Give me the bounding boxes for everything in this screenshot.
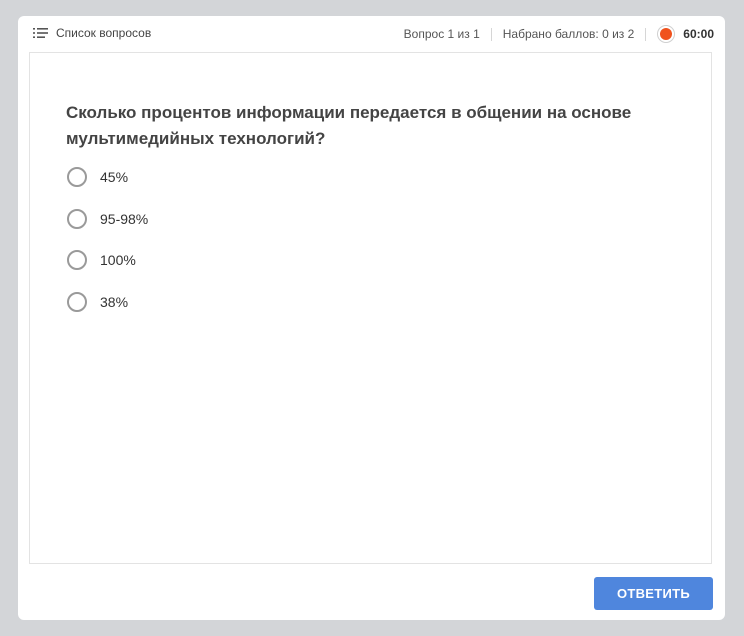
quiz-status: Вопрос 1 из 1 Набрано баллов: 0 из 2 60:… xyxy=(404,25,714,43)
list-icon xyxy=(33,27,48,39)
answer-option[interactable]: 38% xyxy=(67,291,148,313)
answer-button[interactable]: ОТВЕТИТЬ xyxy=(594,577,713,610)
option-label: 100% xyxy=(100,252,136,268)
question-counter: Вопрос 1 из 1 xyxy=(403,27,480,41)
option-label: 45% xyxy=(100,169,129,185)
question-list-label: Список вопросов xyxy=(56,26,152,40)
answer-option[interactable]: 100% xyxy=(67,249,148,271)
option-label: 95-98% xyxy=(100,210,149,227)
timer: 60:00 xyxy=(657,25,714,43)
question-list-button[interactable]: Список вопросов xyxy=(33,26,151,40)
answer-options: 45% 95-98% 100% 38% xyxy=(67,166,148,332)
question-text: Сколько процентов информации передается … xyxy=(66,103,632,148)
answer-option[interactable]: 45% xyxy=(67,166,148,188)
quiz-panel: Список вопросов Вопрос 1 из 1 Набрано ба… xyxy=(18,16,725,620)
option-label: 38% xyxy=(100,293,129,310)
radio-button[interactable] xyxy=(67,167,87,187)
answer-option[interactable]: 95-98% xyxy=(67,208,148,230)
radio-button[interactable] xyxy=(67,250,87,270)
quiz-header: Список вопросов Вопрос 1 из 1 Набрано ба… xyxy=(18,16,725,52)
radio-button[interactable] xyxy=(67,291,87,312)
divider xyxy=(490,27,492,41)
question-area: Сколько процентов информации передается … xyxy=(29,52,712,564)
score-text: Набрано баллов: 0 из 2 xyxy=(502,27,635,41)
divider xyxy=(645,27,647,41)
radio-button[interactable] xyxy=(67,208,87,229)
timer-indicator-icon xyxy=(657,25,676,43)
timer-value: 60:00 xyxy=(683,27,714,41)
